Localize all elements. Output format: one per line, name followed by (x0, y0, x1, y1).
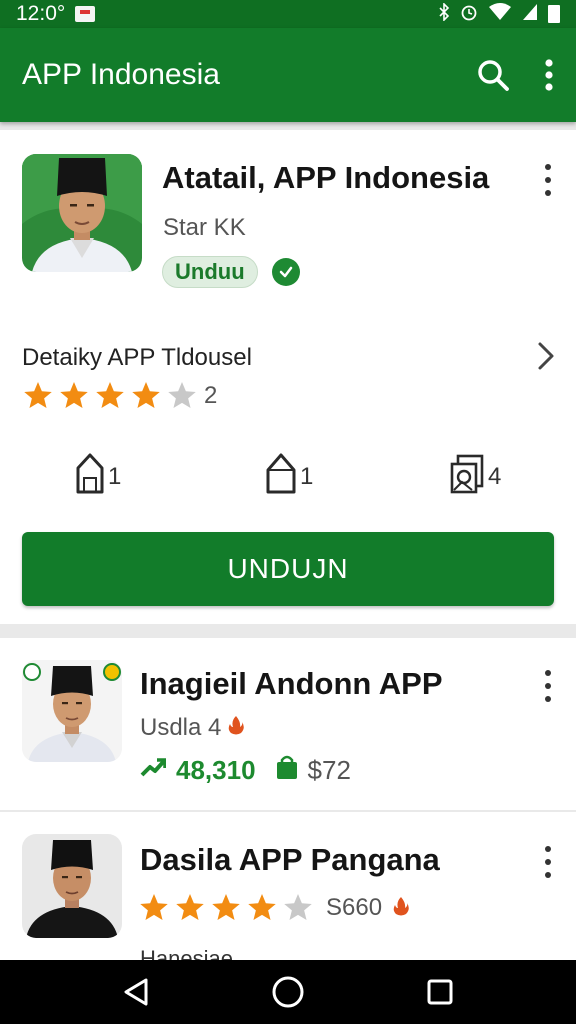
app-avatar (22, 834, 122, 938)
app-price: S660 (326, 894, 383, 921)
notification-icon (75, 6, 96, 22)
star-filled-icon (140, 894, 168, 920)
gallery-icon (448, 452, 486, 501)
rating-stars: S660 (138, 892, 410, 924)
signal-icon (522, 3, 538, 26)
stat-item[interactable]: 4 (448, 452, 501, 501)
rating-stars: 2 (22, 380, 217, 412)
recents-icon[interactable] (410, 962, 470, 1022)
shopping-bag-icon (276, 754, 298, 787)
back-icon[interactable] (106, 962, 166, 1022)
status-bar: 12:0° (0, 0, 576, 28)
stat-item[interactable]: 1 (74, 452, 121, 501)
app-bar: APP Indonesia (0, 28, 576, 122)
app-price: $72 (307, 755, 351, 785)
fire-icon (392, 896, 410, 921)
stat-item[interactable]: 1 (264, 452, 313, 501)
bluetooth-icon (438, 1, 450, 26)
search-icon[interactable] (476, 58, 510, 92)
details-label: Detaiky APP Tldousel (22, 344, 252, 371)
star-filled-icon (248, 894, 276, 920)
house-icon (264, 452, 298, 501)
star-filled-icon (60, 382, 88, 408)
home-icon[interactable] (258, 962, 318, 1022)
star-filled-icon (176, 894, 204, 920)
app-avatar (22, 660, 122, 762)
featured-app-card: Atatail, APP Indonesia Star KK Unduu Det… (0, 130, 576, 624)
star-empty-icon (284, 894, 312, 920)
subtitle-row: Usdla 4 (140, 714, 245, 742)
list-item[interactable]: Inagieil Andonn APP Usdla 4 48,310 $72 (0, 638, 576, 810)
card-overflow-menu-icon[interactable] (538, 846, 558, 878)
list-item[interactable]: Dasila APP Pangana S660 Hanesiae (0, 812, 576, 971)
stats-row: 48,310 $72 (140, 754, 351, 787)
app-title: Dasila APP Pangana (140, 842, 440, 877)
app-bar-title: APP Indonesia (22, 58, 220, 91)
chevron-right-icon (536, 341, 556, 376)
wifi-icon (488, 2, 512, 26)
trending-icon (140, 755, 167, 786)
download-chip[interactable]: Unduu (162, 256, 258, 288)
star-filled-icon (96, 382, 124, 408)
card-overflow-menu-icon[interactable] (538, 670, 558, 702)
download-count: 48,310 (176, 755, 256, 785)
developer-name: Star KK (163, 214, 246, 241)
battery-icon (548, 5, 560, 23)
verified-icon (272, 258, 300, 286)
stat-value: 1 (300, 462, 314, 490)
details-row[interactable]: Detaiky APP Tldousel (22, 338, 556, 378)
house-icon (74, 452, 106, 501)
card-overflow-menu-icon[interactable] (538, 164, 558, 196)
system-nav-bar (0, 960, 576, 1024)
star-empty-icon (168, 382, 196, 408)
rating-count: 2 (204, 382, 218, 409)
star-filled-icon (132, 382, 160, 408)
stat-value: 4 (488, 462, 502, 490)
fire-icon (227, 714, 245, 742)
status-time: 12:0° (16, 2, 66, 25)
install-button[interactable]: UNDUJN (22, 532, 554, 606)
app-title: Atatail, APP Indonesia (162, 160, 490, 195)
stat-value: 1 (108, 462, 122, 490)
star-filled-icon (212, 894, 240, 920)
star-filled-icon (24, 382, 52, 408)
more-vert-icon[interactable] (544, 59, 554, 91)
alarm-icon (460, 3, 478, 26)
app-title: Inagieil Andonn APP (140, 666, 443, 701)
app-avatar[interactable] (22, 154, 142, 272)
app-subtitle: Usdla 4 (140, 714, 222, 741)
